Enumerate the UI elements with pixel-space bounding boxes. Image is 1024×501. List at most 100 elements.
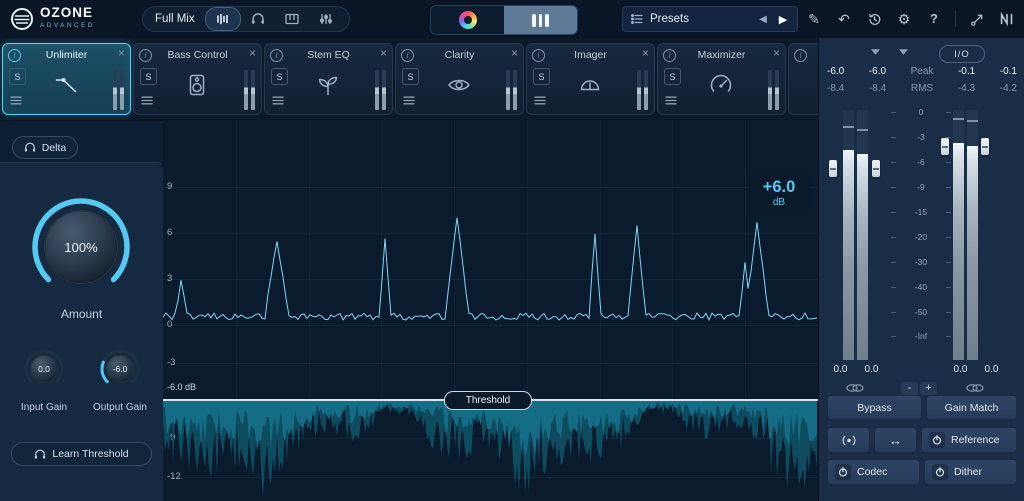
delta-button[interactable]: Delta <box>12 136 78 159</box>
gain-match-button[interactable]: Gain Match <box>926 395 1017 420</box>
instrument-toggle[interactable] <box>275 8 309 30</box>
menu-icon[interactable] <box>272 92 284 110</box>
output-gain-knob[interactable]: -6.0 <box>97 346 143 392</box>
bypass-button[interactable]: Bypass <box>827 395 922 420</box>
reference-label: Reference <box>951 434 999 446</box>
input-gain-fader-right[interactable] <box>872 160 880 177</box>
amount-label: Amount <box>0 307 163 321</box>
plugin-relay-icon[interactable] <box>968 10 986 28</box>
link-channels-icon[interactable] <box>845 382 865 394</box>
chevron-down-icon[interactable] <box>899 49 908 55</box>
module-tab[interactable]: i Unlimiter × S <box>2 43 131 115</box>
menu-icon[interactable] <box>141 92 153 110</box>
spectrum-display[interactable]: 9630-3-9-12 -6.0 dB Threshold +6.0 dB <box>163 120 818 501</box>
peak-hold-tick <box>967 120 978 122</box>
close-icon[interactable]: × <box>380 47 387 59</box>
threshold-handle[interactable]: Threshold <box>444 391 532 410</box>
meter-scale-label: -30 <box>891 257 951 267</box>
info-icon[interactable]: i <box>794 49 807 62</box>
settings-gear-icon[interactable]: ⚙ <box>895 10 913 28</box>
close-icon[interactable]: × <box>773 47 780 59</box>
meter-scale-label: -15 <box>891 207 951 217</box>
mix-selector-label[interactable]: Full Mix <box>155 13 195 25</box>
preset-next-button[interactable]: ▶ <box>773 9 793 29</box>
meter-scale-label: -9 <box>891 182 951 192</box>
dither-button[interactable]: Dither <box>924 459 1017 485</box>
close-icon[interactable]: × <box>118 47 125 59</box>
module-tab[interactable]: i Clarity × S <box>395 43 524 115</box>
undo-icon[interactable]: ↶ <box>835 10 853 28</box>
chevron-down-icon[interactable] <box>871 49 880 55</box>
output-gain-fader-left[interactable] <box>941 138 949 155</box>
output-readout-right: 0.0 <box>985 364 999 375</box>
codec-button[interactable]: Codec <box>827 459 920 485</box>
power-icon[interactable] <box>929 432 945 448</box>
amount-knob[interactable]: 100% <box>29 195 133 299</box>
mid-side-button[interactable] <box>827 427 870 453</box>
tonal-balance-toggle[interactable] <box>431 6 504 34</box>
solo-button[interactable]: S <box>271 68 288 85</box>
gain-decrement-button[interactable]: - <box>901 382 918 395</box>
stems-toggle[interactable] <box>309 8 343 30</box>
power-icon[interactable] <box>932 464 948 480</box>
info-icon[interactable]: i <box>401 49 414 62</box>
mix-selector-group: Full Mix <box>142 6 350 32</box>
headphone-monitor-toggle[interactable] <box>241 8 275 30</box>
output-gain-value: -6.0 <box>97 346 143 392</box>
preset-prev-button[interactable]: ◀ <box>753 9 773 29</box>
menu-icon[interactable] <box>665 92 677 110</box>
gain-left: -6.0 <box>827 66 844 77</box>
info-icon[interactable]: i <box>532 49 545 62</box>
module-tab[interactable]: i Bass Control × S <box>133 43 262 115</box>
help-icon[interactable]: ? <box>925 10 943 28</box>
solo-button[interactable]: S <box>533 68 550 85</box>
peak-hold-tick <box>857 129 868 131</box>
learn-threshold-button[interactable]: Learn Threshold <box>11 442 152 466</box>
history-icon[interactable] <box>865 10 883 28</box>
module-tab-partial[interactable]: i <box>788 43 818 115</box>
gain-increment-button[interactable]: + <box>920 382 937 395</box>
solo-button[interactable]: S <box>664 68 681 85</box>
input-fader-readout: 0.0 0.0 <box>825 364 887 375</box>
module-name: Maximizer <box>676 49 767 61</box>
edit-icon[interactable]: ✎ <box>805 10 823 28</box>
solo-button[interactable]: S <box>402 68 419 85</box>
info-icon[interactable]: i <box>8 49 21 62</box>
codec-label: Codec <box>857 466 887 478</box>
input-gain-fader-left[interactable] <box>829 160 837 177</box>
module-tab[interactable]: i Stem EQ × S <box>264 43 393 115</box>
module-tab[interactable]: i Maximizer × S <box>657 43 786 115</box>
close-icon[interactable]: × <box>511 47 518 59</box>
info-icon[interactable]: i <box>139 49 152 62</box>
presets-label[interactable]: Presets <box>650 13 753 25</box>
link-channels-icon[interactable] <box>965 382 985 394</box>
info-icon[interactable]: i <box>663 49 676 62</box>
solo-button[interactable]: S <box>140 68 157 85</box>
stereo-icon <box>841 435 857 446</box>
mix-meter-toggle[interactable] <box>205 7 241 31</box>
level-bars-icon <box>216 13 230 25</box>
channel-swap-button[interactable]: ↔ <box>874 427 917 453</box>
meter-view-toggle[interactable] <box>504 6 577 34</box>
solo-button[interactable]: S <box>9 68 26 85</box>
output-gain-fader-right[interactable] <box>981 138 989 155</box>
menu-icon[interactable] <box>534 92 546 110</box>
output-gain-label: Output Gain <box>78 402 162 413</box>
module-icon <box>708 72 736 100</box>
close-icon[interactable]: × <box>249 47 256 59</box>
brand-name: OZONE <box>40 6 95 20</box>
io-tab[interactable]: I/O <box>939 45 985 63</box>
info-icon[interactable]: i <box>270 49 283 62</box>
input-gain-value: 0.0 <box>21 346 67 392</box>
close-icon[interactable]: × <box>642 47 649 59</box>
reference-button[interactable]: Reference <box>921 427 1017 453</box>
output-meter-right <box>967 110 978 360</box>
menu-icon[interactable] <box>10 92 22 110</box>
input-meter-left <box>843 110 854 360</box>
io-panel: I/O -6.0 -6.0 Peak -0.1 -0.1 -8.4 -8.4 R… <box>818 38 1024 501</box>
input-gain-knob[interactable]: 0.0 <box>21 346 67 392</box>
menu-icon[interactable] <box>403 92 415 110</box>
output-fader-readout: 0.0 0.0 <box>945 364 1007 375</box>
power-icon[interactable] <box>835 464 851 480</box>
module-tab[interactable]: i Imager × S <box>526 43 655 115</box>
